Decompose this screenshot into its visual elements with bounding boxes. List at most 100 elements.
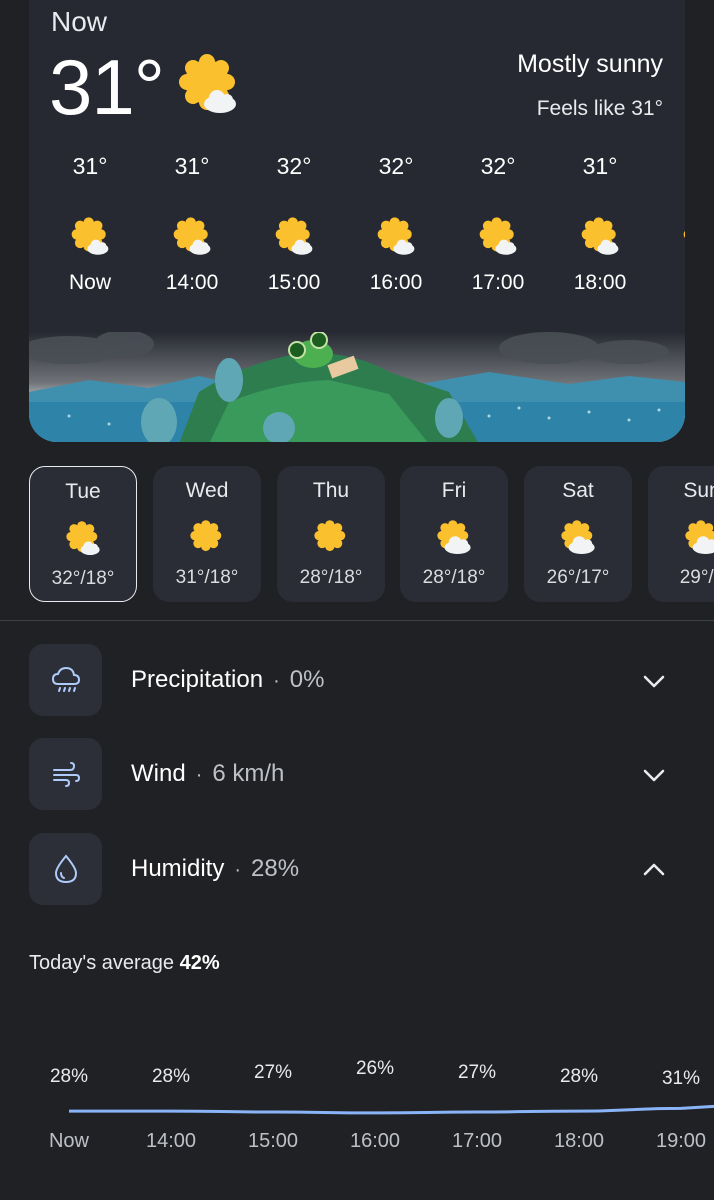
wind-label: Wind [131,760,186,787]
day-temp-range: 28°/18° [299,567,363,588]
humidity-data-label: 26% [355,1058,395,1079]
separator-dot: · [234,859,242,881]
precipitation-icon-box [29,644,102,716]
day-temp-range: 31°/18° [175,567,239,588]
wind-icon [53,762,81,787]
hourly-item: 32° 16:00 [346,150,446,298]
hourly-item: 31° 18:00 [550,150,650,298]
chevron-down-icon[interactable] [641,668,667,694]
mostly-sunny-icon [275,217,313,255]
day-card-fri[interactable]: Fri 28°/18° [400,466,508,602]
partly-cloudy-icon [685,520,714,555]
day-name: Thu [312,479,350,502]
day-card-thu[interactable]: Thu 28°/18° [277,466,385,602]
humidity-data-label: 27% [253,1062,293,1083]
hourly-temp: 3 [652,150,685,182]
humidity-data-label: 31% [661,1068,701,1089]
humidity-average: Today's average 42% [29,952,220,975]
hourly-time: 18:00 [573,271,627,294]
day-card-sun[interactable]: Sun 29°/1 [648,466,714,602]
day-name: Fri [441,479,467,502]
rain-cloud-icon [51,666,81,692]
humidity-x-tick: 18:00 [553,1130,605,1152]
day-temp-range: 28°/18° [422,567,486,588]
daily-forecast[interactable]: Tue 32°/18° Wed 31°/18° Thu 28°/18° Fri 28°/18°… [0,464,714,604]
mostly-sunny-icon [377,217,415,255]
wind-row[interactable]: Wind · 6 km/h [29,738,689,810]
mostly-sunny-icon [179,54,236,113]
current-temperature: 31° [49,43,165,131]
hourly-temp: 31° [174,153,210,179]
humidity-data-label: 27% [457,1062,497,1083]
mostly-sunny-icon [581,217,619,255]
divider [0,620,714,621]
wind-value: 6 km/h [212,760,285,787]
day-name: Sat [562,479,594,502]
hourly-temp: 32° [480,153,516,179]
hourly-time: 1 [652,268,685,298]
humidity-data-label: 28% [49,1066,89,1087]
day-temp-range: 29°/1 [679,567,714,588]
hourly-temp: 31° [582,153,618,179]
chevron-up-icon[interactable] [641,857,667,883]
precipitation-value: 0% [289,666,325,693]
day-name: Sun [683,479,714,502]
humidity-x-tick: 15:00 [247,1130,299,1152]
humidity-label: Humidity [131,855,225,882]
hourly-forecast[interactable]: 31° Now 31° 14:00 32° 15:00 32° 16:00 32° 17:00 31… [29,150,685,320]
hourly-time: 16:00 [369,271,423,294]
condition-text: Mostly sunny [517,50,663,78]
precipitation-row[interactable]: Precipitation · 0% [29,644,689,716]
droplet-icon [54,854,78,884]
humidity-row[interactable]: Humidity · 28% [29,833,689,905]
humidity-data-label: 28% [151,1066,191,1087]
mostly-sunny-icon [479,217,517,255]
hourly-temp: 31° [72,153,108,179]
hourly-item: 32° 15:00 [244,150,344,298]
humidity-data-label: 28% [559,1066,599,1087]
day-card-sat[interactable]: Sat 26°/17° [524,466,632,602]
day-name: Tue [65,480,101,503]
day-name: Wed [185,479,229,502]
humidity-x-tick: 16:00 [349,1130,401,1152]
humidity-series-line [68,1104,714,1115]
hourly-item: 31 [652,150,685,298]
feels-like-text: Feels like 31° [536,97,663,120]
hourly-time: Now [68,271,111,294]
mostly-sunny-icon [173,217,211,255]
average-prefix: Today's average [29,952,175,974]
landscape-illustration [29,332,685,442]
humidity-value: 28% [251,855,300,882]
humidity-x-tick: 19:00 [655,1130,707,1152]
day-card-wed[interactable]: Wed 31°/18° [153,466,261,602]
mostly-sunny-icon [71,217,109,255]
mostly-sunny-icon [683,230,685,238]
separator-dot: · [195,764,203,786]
humidity-icon-box [29,833,102,905]
day-temp-range: 32°/18° [51,568,115,589]
humidity-x-tick: 14:00 [145,1130,197,1152]
average-value: 42% [179,952,220,974]
precipitation-label: Precipitation [131,666,264,693]
humidity-x-tick: 17:00 [451,1130,503,1152]
current-weather-card: Now 31° Mostly sunny Feels like 31° 31° N… [29,0,685,442]
hourly-temp: 32° [378,153,414,179]
sunny-icon [190,520,222,552]
hourly-time: 14:00 [165,271,219,294]
day-card-tue[interactable]: Tue 32°/18° [29,466,137,602]
hourly-temp: 32° [276,153,312,179]
chevron-down-icon[interactable] [641,762,667,788]
partly-cloudy-icon [561,520,595,555]
partly-cloudy-icon [437,520,471,555]
separator-dot: · [273,670,280,692]
hourly-item: 31° 14:00 [142,150,242,298]
hourly-time: 15:00 [267,271,321,294]
wind-icon-box [29,738,102,810]
humidity-x-tick: Now [48,1130,89,1152]
mostly-sunny-icon [66,521,100,556]
hourly-item: 31° Now [40,150,140,298]
current-label: Now [51,6,108,37]
hourly-time: 17:00 [471,271,525,294]
sunny-icon [314,520,346,552]
hourly-item: 32° 17:00 [448,150,548,298]
